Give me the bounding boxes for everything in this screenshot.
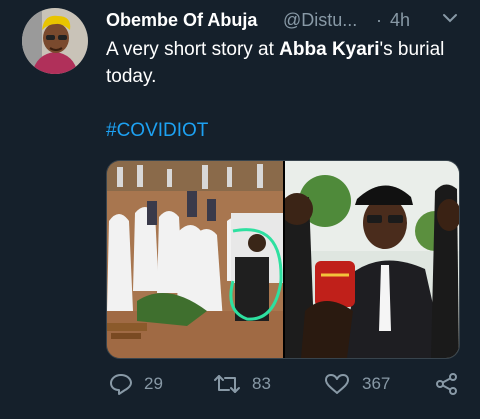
- reply-icon: [110, 374, 132, 395]
- tweet-text: A very short story at Abba Kyari's buria…: [106, 36, 466, 90]
- avatar[interactable]: [22, 8, 88, 74]
- media-grid: [106, 160, 460, 359]
- author-display-name[interactable]: Obembe Of Abuja: [106, 10, 257, 31]
- tweet-text-part-1: A very short story at: [106, 39, 280, 60]
- tweet-actions: 29 83 367: [0, 370, 480, 400]
- reply-count: 29: [144, 374, 163, 393]
- like-icon: [325, 374, 349, 394]
- like-count: 367: [362, 374, 391, 393]
- hashtag-link[interactable]: #COVIDIOT: [106, 120, 208, 142]
- tweet-card[interactable]: Obembe Of Abuja @Distu... · 4h A very sh…: [0, 0, 480, 419]
- tweet-timestamp[interactable]: 4h: [390, 10, 410, 31]
- media-photo-pallbearer[interactable]: [285, 161, 459, 358]
- tweet-header: Obembe Of Abuja @Distu... · 4h: [106, 10, 466, 34]
- header-separator: ·: [376, 10, 382, 30]
- caret-down-icon[interactable]: [442, 10, 458, 26]
- retweet-icon: [214, 375, 240, 393]
- tweet-text-bold: Abba Kyari: [279, 39, 380, 60]
- author-handle[interactable]: @Distu...: [283, 10, 357, 31]
- retweet-count: 83: [252, 374, 271, 393]
- media-photo-burial[interactable]: [107, 161, 283, 358]
- share-icon: [436, 373, 457, 395]
